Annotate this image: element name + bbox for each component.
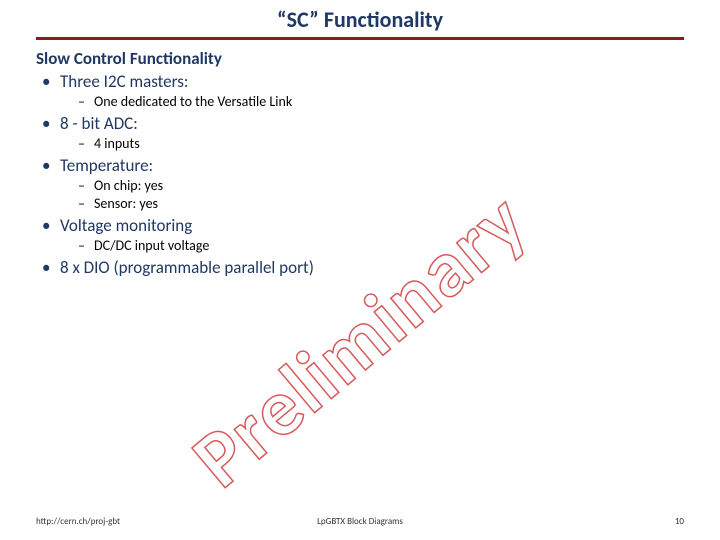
list-item-label: 8 - bit ADC: — [60, 113, 138, 134]
list-item: 8 x DIO (programmable parallel port) — [42, 257, 684, 278]
sub-list: DC/DC input voltage — [78, 237, 684, 255]
list-item: Voltage monitoring DC/DC input voltage — [42, 215, 684, 255]
sub-list: One dedicated to the Versatile Link — [78, 93, 684, 111]
sub-list-item: On chip: yes — [78, 177, 684, 195]
list-item: Three I2C masters: One dedicated to the … — [42, 71, 684, 111]
sub-list: On chip: yes Sensor: yes — [78, 177, 684, 213]
list-item-label: 8 x DIO (programmable parallel port) — [60, 257, 314, 278]
list-item-label: Temperature: — [60, 155, 153, 176]
page-number: 10 — [675, 516, 684, 527]
sub-list-item: 4 inputs — [78, 135, 684, 153]
sub-list-item: One dedicated to the Versatile Link — [78, 93, 684, 111]
content-area: Slow Control Functionality Three I2C mas… — [0, 48, 720, 278]
list-item: 8 - bit ADC: 4 inputs — [42, 113, 684, 153]
slide-title: “SC” Functionality — [277, 6, 443, 33]
bullet-list: Three I2C masters: One dedicated to the … — [42, 71, 684, 278]
footer: http://cern.ch/proj-gbt LpGBTX Block Dia… — [0, 516, 720, 532]
sub-list-item: Sensor: yes — [78, 195, 684, 213]
slide: “SC” Functionality Slow Control Function… — [0, 0, 720, 540]
list-item: Temperature: On chip: yes Sensor: yes — [42, 155, 684, 213]
section-heading: Slow Control Functionality — [36, 48, 684, 69]
title-rule — [36, 37, 684, 40]
sub-list-item: DC/DC input voltage — [78, 237, 684, 255]
list-item-label: Voltage monitoring — [60, 215, 192, 236]
title-wrap: “SC” Functionality — [0, 0, 720, 33]
footer-center: LpGBTX Block Diagrams — [0, 516, 720, 527]
sub-list: 4 inputs — [78, 135, 684, 153]
list-item-label: Three I2C masters: — [60, 71, 188, 92]
